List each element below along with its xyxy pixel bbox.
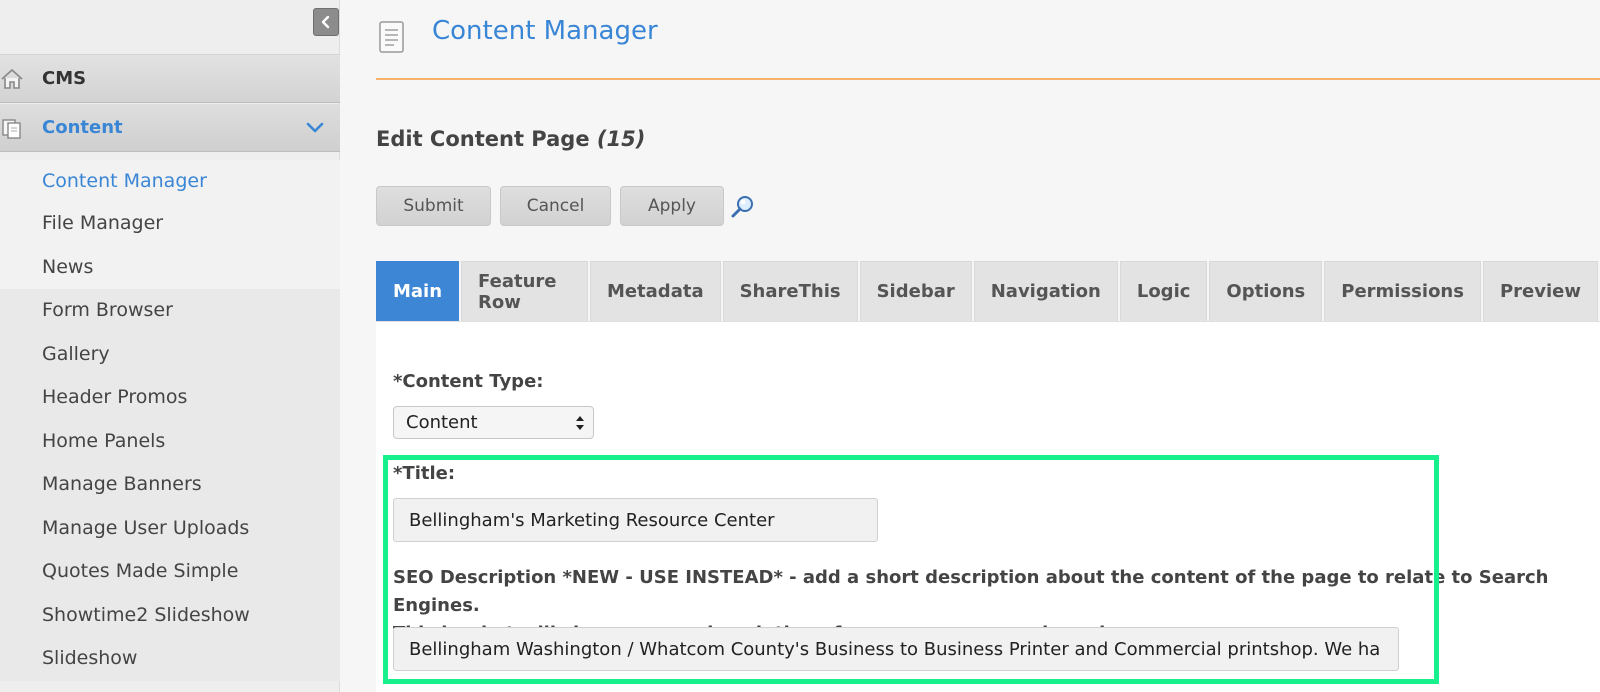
- sidebar-item-home-panels[interactable]: Home Panels: [0, 419, 340, 463]
- header-divider: [376, 78, 1600, 80]
- sidebar-item-header-promos[interactable]: Header Promos: [0, 376, 340, 420]
- tab-preview[interactable]: Preview: [1482, 261, 1598, 321]
- edit-heading: Edit Content Page (15): [376, 127, 645, 151]
- highlight-annotation: [383, 455, 1439, 684]
- sidebar-item-manage-user-uploads[interactable]: Manage User Uploads: [0, 506, 340, 550]
- sidebar-item-slideshow[interactable]: Slideshow: [0, 637, 340, 681]
- cancel-button[interactable]: Cancel: [500, 186, 611, 226]
- sidebar-item-content-manager[interactable]: Content Manager: [0, 160, 340, 202]
- sidebar-item-quotes-made-simple[interactable]: Quotes Made Simple: [0, 550, 340, 594]
- apply-button[interactable]: Apply: [620, 186, 724, 226]
- chevron-left-icon: [321, 15, 330, 29]
- page-title: Content Manager: [432, 16, 658, 46]
- tab-navigation[interactable]: Navigation: [973, 261, 1118, 321]
- sidebar-section-content[interactable]: Content: [0, 104, 340, 152]
- sidebar-item-manage-banners[interactable]: Manage Banners: [0, 463, 340, 507]
- content-type-select[interactable]: Content: [393, 406, 594, 439]
- submit-button[interactable]: Submit: [376, 186, 491, 226]
- sidebar-section-cms[interactable]: CMS: [0, 55, 340, 103]
- sidebar-item-news[interactable]: News: [0, 245, 340, 289]
- chevron-down-icon[interactable]: [306, 121, 324, 135]
- tab-sidebar[interactable]: Sidebar: [859, 261, 972, 321]
- select-arrows-icon: [576, 416, 584, 430]
- sidebar-section-label: CMS: [42, 68, 87, 89]
- sidebar-submenu: Content Manager File Manager News Form B…: [0, 160, 340, 681]
- tab-bar: Main Feature Row Metadata ShareThis Side…: [376, 261, 1600, 321]
- edit-heading-text: Edit Content Page: [376, 127, 590, 151]
- tab-metadata[interactable]: Metadata: [589, 261, 721, 321]
- sidebar-item-gallery[interactable]: Gallery: [0, 332, 340, 376]
- tab-sharethis[interactable]: ShareThis: [722, 261, 858, 321]
- sidebar-item-form-browser[interactable]: Form Browser: [0, 289, 340, 333]
- collapse-sidebar-button[interactable]: [313, 8, 339, 36]
- content-type-value: Content: [406, 412, 478, 433]
- document-stack-icon: [2, 119, 21, 139]
- sidebar-section-label: Content: [42, 117, 123, 138]
- sidebar-item-file-manager[interactable]: File Manager: [0, 202, 340, 246]
- tab-logic[interactable]: Logic: [1119, 261, 1208, 321]
- page-icon: [379, 21, 404, 53]
- sidebar: CMS Content Content Manager File Manager…: [0, 0, 340, 692]
- content-type-label: *Content Type:: [393, 371, 544, 392]
- tab-feature-row[interactable]: Feature Row: [461, 261, 588, 321]
- tab-main[interactable]: Main: [376, 261, 460, 321]
- edit-page-id: (15): [596, 127, 646, 151]
- tab-options[interactable]: Options: [1209, 261, 1323, 321]
- home-icon: [1, 68, 23, 89]
- sidebar-item-showtime2-slideshow[interactable]: Showtime2 Slideshow: [0, 593, 340, 637]
- magnifier-icon[interactable]: [730, 193, 756, 219]
- tab-permissions[interactable]: Permissions: [1324, 261, 1481, 321]
